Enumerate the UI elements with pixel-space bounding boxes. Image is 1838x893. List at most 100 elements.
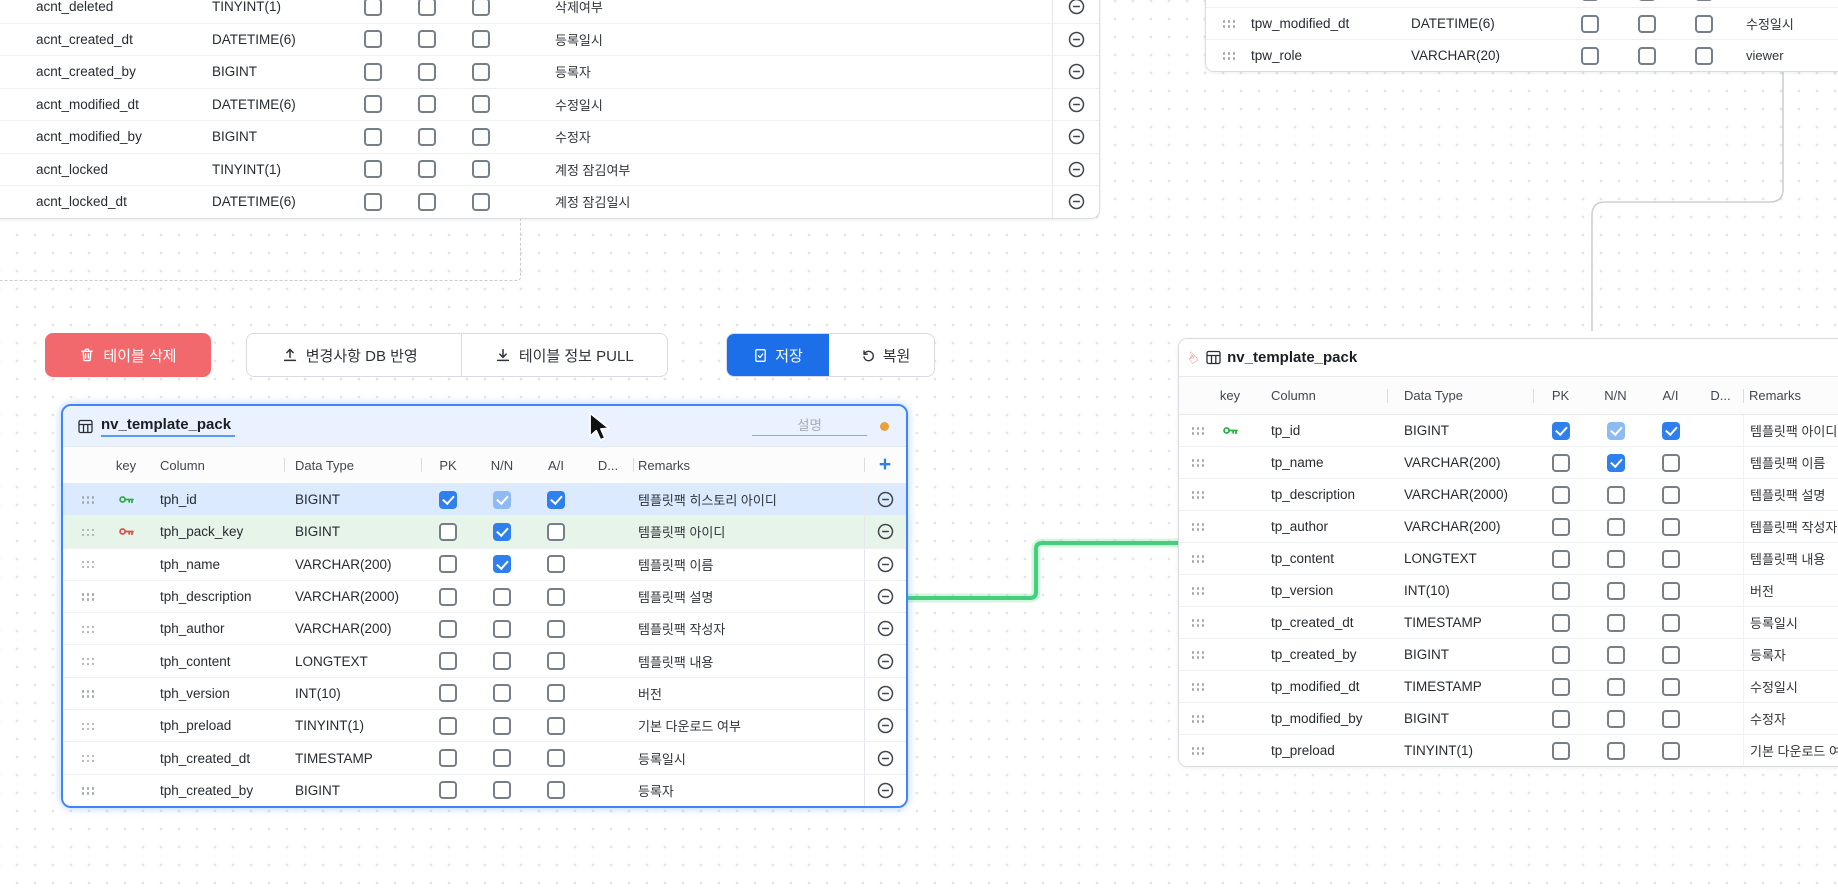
drag-handle[interactable] xyxy=(1206,0,1242,7)
column-name-cell[interactable]: tph_version xyxy=(149,678,284,709)
column-name-cell[interactable]: tph_created_dt xyxy=(149,742,284,773)
remove-column-button[interactable] xyxy=(864,516,906,547)
drag-handle[interactable] xyxy=(63,549,103,580)
remark-cell[interactable]: 템플릿팩 아이디 xyxy=(1743,415,1838,446)
table-row[interactable]: acnt_locked_dtDATETIME(6) 계정 잠김일시 xyxy=(0,186,1099,218)
column-name-cell[interactable]: acnt_modified_by xyxy=(22,121,198,153)
remark-cell[interactable]: 수정일시 xyxy=(548,89,1052,121)
pk-checkbox[interactable] xyxy=(1552,646,1570,664)
remark-cell[interactable]: 템플릿팩 설명 xyxy=(633,581,864,612)
ai-checkbox[interactable] xyxy=(547,491,565,509)
drag-handle[interactable] xyxy=(63,742,103,773)
column-name-cell[interactable]: acnt_created_by xyxy=(22,56,198,88)
table-row[interactable]: tp_authorVARCHAR(200)템플릿팩 작성자 xyxy=(1179,511,1838,543)
data-type-cell[interactable]: BIGINT xyxy=(198,56,346,88)
pk-checkbox[interactable] xyxy=(439,491,457,509)
column-name-cell[interactable]: tp_name xyxy=(1253,447,1387,478)
pk-checkbox[interactable] xyxy=(1552,678,1570,696)
pk-checkbox[interactable] xyxy=(439,781,457,799)
column-name-cell[interactable]: acnt_locked_dt xyxy=(22,186,198,218)
nn-checkbox[interactable] xyxy=(493,652,511,670)
pk-checkbox[interactable] xyxy=(364,193,382,211)
remark-cell[interactable]: 등록일시 xyxy=(548,24,1052,56)
nn-checkbox[interactable] xyxy=(493,491,511,509)
remark-cell[interactable]: 등록자 xyxy=(548,56,1052,88)
table-row[interactable]: acnt_modified_byBIGINT수정자 xyxy=(0,121,1099,154)
remark-cell[interactable]: 템플릿팩 작성자 xyxy=(1743,511,1838,542)
data-type-cell[interactable]: TINYINT(1) xyxy=(1387,735,1533,766)
drag-handle[interactable] xyxy=(1179,415,1207,446)
pk-checkbox[interactable] xyxy=(439,620,457,638)
remove-column-button[interactable] xyxy=(864,710,906,741)
drag-handle[interactable] xyxy=(1179,607,1207,638)
data-type-cell[interactable]: VARCHAR(200) xyxy=(1387,447,1533,478)
drag-handle[interactable] xyxy=(1206,8,1242,39)
remark-cell[interactable]: 기본 다운로드 여부 xyxy=(633,710,864,741)
remove-column-button[interactable] xyxy=(864,645,906,676)
remove-column-button[interactable] xyxy=(1052,186,1099,218)
data-type-cell[interactable]: TIMESTAMP xyxy=(284,742,421,773)
ai-checkbox[interactable] xyxy=(1695,0,1713,1)
table-row[interactable]: tph_nameVARCHAR(200)템플릿팩 이름 xyxy=(63,549,906,581)
ai-checkbox[interactable] xyxy=(547,749,565,767)
column-name-cell[interactable]: tp_created_by xyxy=(1253,639,1387,670)
remove-column-button[interactable] xyxy=(1052,121,1099,153)
pk-checkbox[interactable] xyxy=(1552,550,1570,568)
pk-checkbox[interactable] xyxy=(439,555,457,573)
ai-checkbox[interactable] xyxy=(472,128,490,146)
table-row[interactable]: tph_created_dtTIMESTAMP등록일시 xyxy=(63,742,906,774)
nn-checkbox[interactable] xyxy=(418,30,436,48)
pk-checkbox[interactable] xyxy=(1581,47,1599,65)
column-name-cell[interactable]: tpw_role xyxy=(1242,40,1411,71)
column-name-cell[interactable]: tp_author xyxy=(1253,511,1387,542)
column-name-cell[interactable]: tp_id xyxy=(1253,415,1387,446)
nn-checkbox[interactable] xyxy=(1607,678,1625,696)
ai-checkbox[interactable] xyxy=(1695,15,1713,33)
ai-checkbox[interactable] xyxy=(1662,454,1680,472)
column-name-cell[interactable]: tph_content xyxy=(149,645,284,676)
ai-checkbox[interactable] xyxy=(472,0,490,16)
data-type-cell[interactable]: TINYINT(1) xyxy=(284,710,421,741)
table-row[interactable]: acnt_deletedTINYINT(1)삭제여부 xyxy=(0,0,1099,24)
pk-checkbox[interactable] xyxy=(1552,486,1570,504)
column-name-cell[interactable]: tpw_modified_dt xyxy=(1242,8,1411,39)
remark-cell[interactable]: 계정 잠김일시 xyxy=(548,186,1052,218)
remark-cell[interactable]: 템플릿팩 아이디 xyxy=(633,516,864,547)
table-row[interactable]: tph_descriptionVARCHAR(2000)템플릿팩 설명 xyxy=(63,581,906,613)
remark-cell[interactable]: 템플릿팩 내용 xyxy=(1743,543,1838,574)
data-type-cell[interactable]: VARCHAR(200) xyxy=(284,613,421,644)
pk-checkbox[interactable] xyxy=(1552,742,1570,760)
remark-cell[interactable]: 등록일시 xyxy=(1743,607,1838,638)
nn-checkbox[interactable] xyxy=(1607,454,1625,472)
table-row[interactable]: tp_modified_byBIGINT수정자 xyxy=(1179,703,1838,735)
table-card-nv-template-pack[interactable]: ☝ nv_template_pack key Column Data Type … xyxy=(1178,338,1838,767)
remark-cell[interactable]: 템플릿팩 이름 xyxy=(1743,447,1838,478)
restore-button[interactable]: 복원 xyxy=(837,334,934,376)
pk-checkbox[interactable] xyxy=(1552,710,1570,728)
remark-cell[interactable] xyxy=(1732,0,1838,7)
data-type-cell[interactable]: BIGINT xyxy=(1387,639,1533,670)
drag-handle[interactable] xyxy=(63,581,103,612)
ai-checkbox[interactable] xyxy=(547,717,565,735)
drag-handle[interactable] xyxy=(1179,575,1207,606)
data-type-cell[interactable]: INT(10) xyxy=(1387,575,1533,606)
column-name-cell[interactable]: tph_name xyxy=(149,549,284,580)
data-type-cell[interactable]: DATETIME(6) xyxy=(198,186,346,218)
table-card-nv-template-pack-selected[interactable]: nv_template_pack key Column Data Type PK… xyxy=(61,404,908,808)
ai-checkbox[interactable] xyxy=(1662,646,1680,664)
data-type-cell[interactable]: TINYINT(1) xyxy=(198,154,346,186)
remove-column-button[interactable] xyxy=(864,678,906,709)
column-name-cell[interactable]: tp_version xyxy=(1253,575,1387,606)
column-name-cell[interactable]: tph_author xyxy=(149,613,284,644)
pk-checkbox[interactable] xyxy=(439,652,457,670)
drag-handle[interactable] xyxy=(1179,735,1207,766)
drag-handle[interactable] xyxy=(63,516,103,547)
remove-column-button[interactable] xyxy=(864,581,906,612)
nn-checkbox[interactable] xyxy=(1607,422,1625,440)
nn-checkbox[interactable] xyxy=(493,781,511,799)
table-card-tpw[interactable]: tpw_modified_dtDATETIME(6)수정일시tpw_roleVA… xyxy=(1205,0,1838,72)
ai-checkbox[interactable] xyxy=(547,620,565,638)
pk-checkbox[interactable] xyxy=(439,717,457,735)
data-type-cell[interactable]: VARCHAR(2000) xyxy=(284,581,421,612)
remark-cell[interactable]: 템플릿팩 작성자 xyxy=(633,613,864,644)
